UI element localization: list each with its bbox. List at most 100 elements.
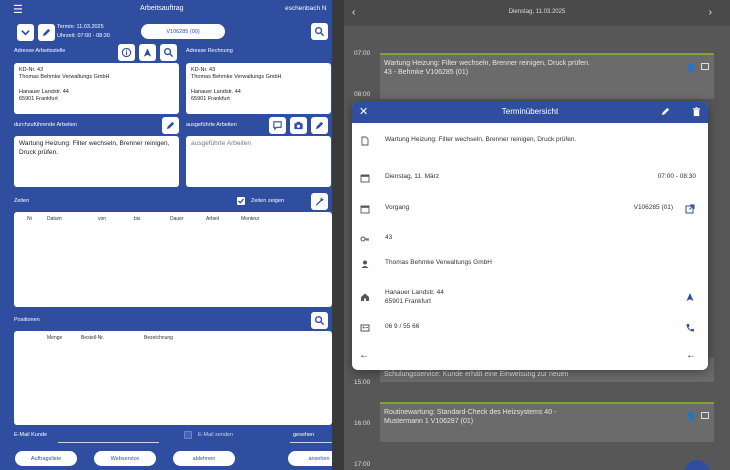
description-text: Wartung Heizung: Filter wechseln, Brenne… xyxy=(385,136,577,143)
wrench-icon xyxy=(315,197,324,206)
search-icon xyxy=(314,26,325,37)
dialog-header: ✕ Terminübersicht xyxy=(352,101,708,123)
panel-divider xyxy=(332,0,344,470)
appointment-date: Dienstag, 11. März xyxy=(385,173,440,180)
document-icon xyxy=(361,136,369,146)
positions-table: Menge Bestell-Nr. Bezeichnung xyxy=(14,331,332,425)
col-header: Bestell-Nr. xyxy=(81,335,105,341)
seen-field[interactable] xyxy=(290,442,332,443)
work-address-label: Adresse Arbeitsstelle xyxy=(14,48,66,54)
positions-label: Positionen xyxy=(14,317,40,323)
appointment-overview-dialog: ✕ Terminübersicht Wartung Heizung: Filte… xyxy=(352,101,708,370)
address-search-button[interactable] xyxy=(160,44,177,61)
planned-work-text: Wartung Heizung: Filter wechseln, Brenne… xyxy=(19,140,170,156)
webservice-button[interactable]: Webservice xyxy=(94,451,156,466)
termin-time: Uhrzeit: 07:00 - 08:30 xyxy=(57,33,110,39)
edit-planned-work-button[interactable] xyxy=(162,117,179,134)
pencil-icon xyxy=(42,28,51,37)
billing-address-label: Adresse Rechnung xyxy=(186,48,233,54)
edit-order-button[interactable] xyxy=(38,24,55,41)
navigation-arrow-icon[interactable] xyxy=(685,292,695,302)
calendar-icon xyxy=(701,412,709,419)
customer-name: Thomas Behmke Verwaltungs GmbH xyxy=(385,259,492,266)
appointment-title: Schulungsservice: Kunde erhält eine Einw… xyxy=(384,371,569,378)
completed-work-placeholder: ausgeführte Arbeiten xyxy=(191,140,251,147)
person-icon: 👤 xyxy=(686,63,696,72)
col-header: bis xyxy=(134,216,141,222)
back-arrow-icon[interactable]: ← xyxy=(686,350,696,361)
customer-name: Thomas Behmke Verwaltungs GmbH xyxy=(19,74,110,81)
col-header: Bezeichnung xyxy=(144,335,173,341)
view-button[interactable]: ansehen xyxy=(288,451,332,466)
termin-date: Termin: 11.03.2025 xyxy=(57,24,104,30)
comment-icon xyxy=(273,121,282,131)
times-label: Zeiten xyxy=(14,198,30,204)
work-order-header: ☰ Arbeitsauftrag eschenbach N xyxy=(0,0,332,18)
show-times-label: Zeiten zeigen xyxy=(251,198,285,204)
customer-name: Thomas Behmke Verwaltungs GmbH xyxy=(191,74,282,81)
street: Hanauer Landstr. 44 xyxy=(19,88,69,95)
search-icon xyxy=(163,47,174,58)
calendar-panel: ‹ Dienstag, 11.03.2025 › 07:00 08:00 15:… xyxy=(344,0,730,470)
home-icon xyxy=(361,293,369,301)
open-external-icon[interactable] xyxy=(685,204,695,214)
customer-number: 43 xyxy=(385,234,393,241)
dialog-title: Terminübersicht xyxy=(501,107,559,116)
pencil-icon xyxy=(166,121,175,130)
company-name: eschenbach N xyxy=(285,5,327,12)
appointment-title: Routinewartung: Standard-Check des Heizs… xyxy=(384,409,557,416)
order-list-button[interactable]: Auftragsliste xyxy=(15,451,77,466)
send-email-checkbox[interactable] xyxy=(184,431,192,439)
pencil-icon[interactable] xyxy=(660,106,671,117)
navigate-button[interactable] xyxy=(139,44,156,61)
camera-button[interactable] xyxy=(290,117,307,134)
reject-button[interactable]: ablehnen xyxy=(173,451,235,466)
customer-email-field[interactable] xyxy=(58,442,159,443)
camera-icon xyxy=(294,121,303,130)
phone-number: 06 9 / 55 66 xyxy=(385,323,420,330)
person-icon: 👤 xyxy=(686,412,696,421)
trash-icon[interactable] xyxy=(691,106,702,117)
comment-button[interactable] xyxy=(269,117,286,134)
times-table: Nr Datum von bis Dauer Arbeit Monteur xyxy=(14,212,332,307)
time-slot: 07:00 xyxy=(354,50,371,57)
appointment-card[interactable]: Routinewartung: Standard-Check des Heizs… xyxy=(380,402,714,442)
send-email-label: E-Mail senden xyxy=(198,432,234,438)
positions-search-button[interactable] xyxy=(311,312,328,329)
col-header: Datum xyxy=(47,216,62,222)
time-slot: 16:00 xyxy=(354,420,371,427)
street: Hanauer Landstr. 44 xyxy=(385,289,444,296)
info-button[interactable] xyxy=(118,44,135,61)
next-day-icon[interactable]: › xyxy=(709,7,712,18)
edit-completed-work-button[interactable] xyxy=(311,117,328,134)
calendar-date: Dienstag, 11.03.2025 xyxy=(508,9,566,15)
tools-button[interactable] xyxy=(311,193,328,210)
floating-action-button[interactable] xyxy=(684,460,710,470)
time-slot: 08:00 xyxy=(354,91,371,98)
work-address-card: KD-Nr. 43 Thomas Behmke Verwaltungs GmbH… xyxy=(14,63,179,114)
customer-number: KD-Nr. 43 xyxy=(19,67,44,73)
billing-address-card: KD-Nr. 43 Thomas Behmke Verwaltungs GmbH… xyxy=(186,63,331,114)
search-button[interactable] xyxy=(311,23,328,40)
phone-icon[interactable] xyxy=(685,323,695,333)
completed-work-field[interactable]: ausgeführte Arbeiten xyxy=(186,136,331,187)
order-value: V106285 (01) xyxy=(633,204,673,211)
col-header: Menge xyxy=(47,335,63,341)
calendar-header: ‹ Dienstag, 11.03.2025 › xyxy=(344,0,730,26)
city: 65901 Frankfurt xyxy=(19,96,58,103)
appointment-card[interactable]: Wartung Heizung: Filter wechseln, Brenne… xyxy=(380,53,714,99)
calendar-icon xyxy=(360,174,370,183)
checkmark-icon xyxy=(238,198,244,204)
menu-icon[interactable]: ☰ xyxy=(13,3,23,16)
col-header: Arbeit xyxy=(206,216,220,222)
collapse-button[interactable] xyxy=(17,24,34,41)
time-slot: 17:00 xyxy=(354,461,371,468)
col-header: Nr xyxy=(27,216,33,222)
show-times-checkbox[interactable] xyxy=(237,197,245,205)
city: 65901 Frankfurt xyxy=(191,96,230,103)
seen-label: gesehen xyxy=(293,432,315,438)
back-arrow-icon[interactable]: ← xyxy=(359,350,369,361)
navigation-arrow-icon xyxy=(143,48,152,57)
city: 65901 Frankfurt xyxy=(385,298,431,305)
order-number-pill[interactable]: V106285 (00) xyxy=(141,24,225,39)
